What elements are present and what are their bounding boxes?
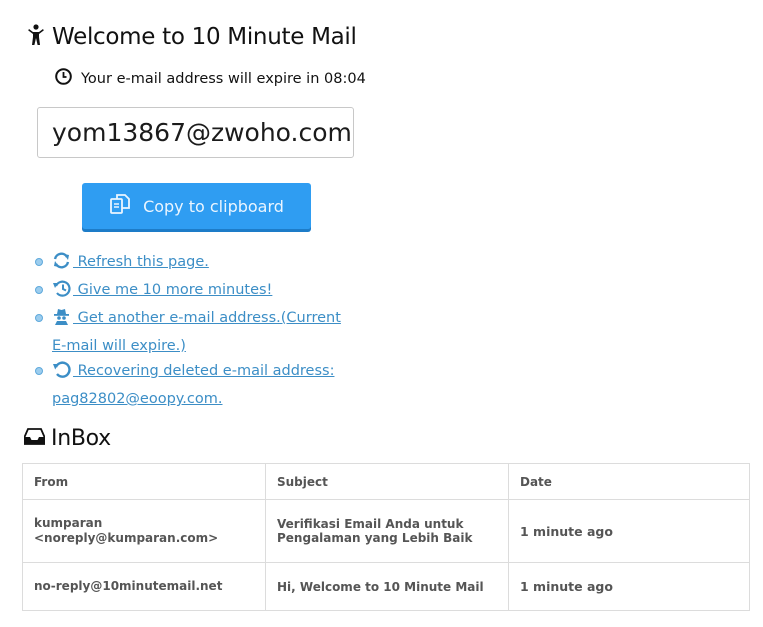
bullet-icon <box>35 314 43 322</box>
page-header: Welcome to 10 Minute Mail <box>28 24 357 50</box>
bullet-icon <box>35 258 43 266</box>
spy-icon <box>52 308 71 334</box>
column-header-from: From <box>22 463 266 500</box>
recover-address-link[interactable]: Recovering deleted e-mail address: pag82… <box>52 361 335 407</box>
list-item: Get another e-mail address.(Current E-ma… <box>30 306 350 359</box>
undo-icon <box>52 361 71 387</box>
recover-address-label: Recovering deleted e-mail address: pag82… <box>52 363 335 407</box>
clock-icon <box>55 68 72 89</box>
copy-icon <box>109 193 131 219</box>
action-list: Refresh this page. Give me 10 more minut… <box>30 250 350 412</box>
inbox-header: InBox <box>23 426 111 451</box>
refresh-page-label: Refresh this page. <box>73 254 209 270</box>
column-header-date: Date <box>508 463 750 500</box>
copy-button-label: Copy to clipboard <box>143 196 284 216</box>
give-more-minutes-link[interactable]: Give me 10 more minutes! <box>52 280 273 298</box>
table-row[interactable]: kumparan <noreply@kumparan.com> Verifika… <box>22 499 750 563</box>
list-item: Give me 10 more minutes! <box>30 278 350 306</box>
refresh-page-link[interactable]: Refresh this page. <box>52 252 209 270</box>
copy-to-clipboard-button[interactable]: Copy to clipboard <box>82 183 311 229</box>
history-icon <box>52 280 71 306</box>
table-header-row: From Subject Date <box>22 463 750 500</box>
inbox-title: InBox <box>51 426 111 451</box>
inbox-icon <box>23 428 46 449</box>
expire-text: Your e-mail address will expire in 08:04 <box>81 70 366 87</box>
bullet-icon <box>35 286 43 294</box>
list-item: Refresh this page. <box>30 250 350 278</box>
inbox-table: From Subject Date kumparan <noreply@kump… <box>22 463 750 611</box>
email-address-field[interactable]: yom13867@zwoho.com <box>37 107 354 158</box>
refresh-icon <box>52 252 71 278</box>
bullet-icon <box>35 367 43 375</box>
get-another-address-link[interactable]: Get another e-mail address.(Current E-ma… <box>52 308 341 354</box>
person-icon <box>28 24 44 50</box>
column-header-subject: Subject <box>265 463 509 500</box>
page-title: Welcome to 10 Minute Mail <box>52 24 357 50</box>
mail-date: 1 minute ago <box>508 562 750 611</box>
mail-subject[interactable]: Verifikasi Email Anda untuk Pengalaman y… <box>265 499 509 563</box>
mail-from[interactable]: no-reply@10minutemail.net <box>22 562 266 611</box>
mail-from[interactable]: kumparan <noreply@kumparan.com> <box>22 499 266 563</box>
table-row[interactable]: no-reply@10minutemail.net Hi, Welcome to… <box>22 562 750 611</box>
mail-date: 1 minute ago <box>508 499 750 563</box>
expire-notice: Your e-mail address will expire in 08:04 <box>55 68 366 89</box>
get-another-address-label: Get another e-mail address.(Current E-ma… <box>52 310 341 354</box>
give-more-minutes-label: Give me 10 more minutes! <box>73 282 273 298</box>
mail-subject[interactable]: Hi, Welcome to 10 Minute Mail <box>265 562 509 611</box>
list-item: Recovering deleted e-mail address: pag82… <box>30 359 350 412</box>
